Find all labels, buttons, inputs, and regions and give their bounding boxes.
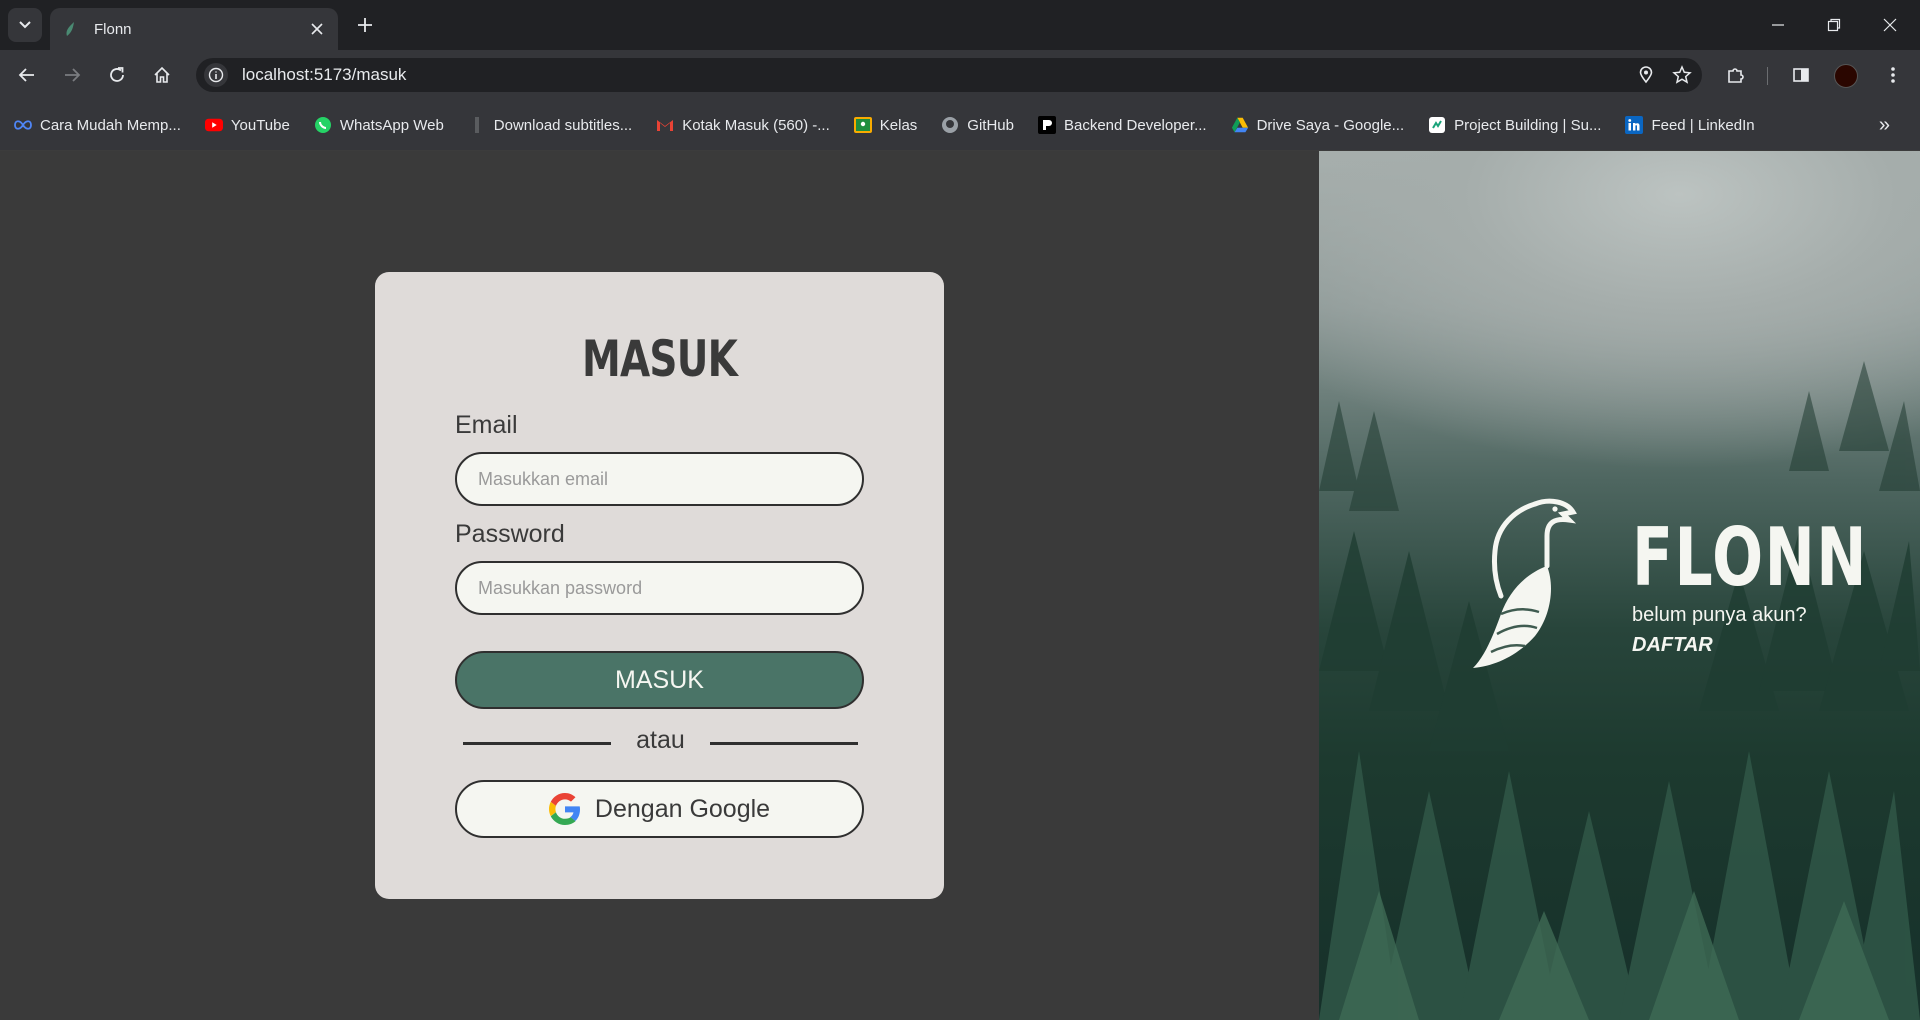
bookmark-item[interactable]: WhatsApp Web	[314, 116, 444, 134]
bookmark-item[interactable]: Backend Developer...	[1037, 116, 1207, 134]
plus-icon	[358, 18, 372, 32]
bookmark-item[interactable]: Cara Mudah Memp...	[14, 116, 181, 134]
bookmark-item[interactable]: Kelas	[853, 116, 917, 134]
minimize-button[interactable]	[1750, 0, 1806, 50]
bookmark-star-icon[interactable]	[1666, 59, 1698, 91]
github-icon	[941, 116, 959, 134]
password-field[interactable]: Masukkan password	[455, 561, 864, 615]
linkedin-icon	[1625, 116, 1644, 134]
side-panel-icon	[1793, 68, 1809, 82]
login-card: MASUK Email Masukkan email Password Masu…	[375, 272, 944, 899]
browser-toolbar: localhost:5173/masuk	[0, 50, 1920, 100]
location-pin-icon[interactable]	[1630, 59, 1662, 91]
extensions-button[interactable]	[1720, 59, 1752, 91]
browser-tab[interactable]: Flonn	[50, 8, 338, 50]
project-icon	[1428, 116, 1446, 134]
profile-avatar[interactable]	[1834, 64, 1858, 88]
new-tab-button[interactable]	[352, 12, 378, 38]
bookmark-item[interactable]: Drive Saya - Google...	[1231, 116, 1404, 134]
chevron-down-icon	[19, 21, 31, 29]
brand-name: FLONN	[1632, 511, 1869, 604]
arrow-right-icon	[65, 68, 81, 82]
tab-title: Flonn	[94, 20, 132, 38]
more-bookmarks-button[interactable]: »	[1879, 114, 1890, 137]
divider-line-right	[710, 742, 858, 745]
google-icon	[548, 793, 580, 825]
reload-button[interactable]	[101, 59, 133, 91]
toolbar-divider	[1767, 67, 1768, 85]
site-info-icon[interactable]	[204, 63, 228, 87]
bookmark-icon	[468, 116, 486, 134]
reload-icon	[110, 67, 124, 82]
close-window-button[interactable]	[1862, 0, 1918, 50]
bookmark-item[interactable]: Kotak Masuk (560) -...	[656, 116, 830, 134]
home-button[interactable]	[146, 59, 178, 91]
bookmark-item[interactable]: Feed | LinkedIn	[1625, 116, 1755, 134]
google-button-label: Dengan Google	[594, 794, 771, 823]
register-link[interactable]: DAFTAR	[1632, 634, 1713, 657]
page-content: MASUK Email Masukkan email Password Masu…	[0, 151, 1920, 1020]
bookmarks-bar: Cara Mudah Memp... YouTube WhatsApp Web …	[0, 100, 1920, 151]
url-text[interactable]: localhost:5173/masuk	[242, 65, 1630, 85]
gmail-icon	[656, 116, 674, 134]
forward-button[interactable]	[56, 59, 88, 91]
login-button[interactable]: MASUK	[455, 651, 864, 709]
side-panel-button[interactable]	[1785, 59, 1817, 91]
register-prompt: belum punya akun?	[1632, 604, 1807, 626]
login-title: MASUK	[581, 330, 738, 388]
close-icon	[1883, 18, 1897, 32]
bookmark-item[interactable]: GitHub	[941, 116, 1014, 134]
more-vertical-icon	[1891, 67, 1895, 83]
tab-close-icon[interactable]	[308, 20, 326, 38]
puzzle-icon	[1728, 68, 1744, 83]
menu-button[interactable]	[1877, 59, 1909, 91]
arrow-left-icon	[18, 68, 34, 82]
address-bar[interactable]: localhost:5173/masuk	[196, 58, 1702, 92]
restore-icon	[1827, 18, 1841, 32]
youtube-icon	[204, 116, 223, 134]
home-icon	[154, 66, 170, 83]
infinity-icon	[14, 116, 32, 134]
tab-search-button[interactable]	[8, 8, 42, 42]
back-button[interactable]	[11, 59, 43, 91]
email-field[interactable]: Masukkan email	[455, 452, 864, 506]
password-label: Password	[455, 520, 565, 548]
or-divider: atau	[463, 722, 858, 762]
google-login-button[interactable]: Dengan Google	[455, 780, 864, 838]
tab-strip: Flonn	[0, 0, 1920, 50]
whatsapp-icon	[314, 116, 332, 134]
restore-button[interactable]	[1806, 0, 1862, 50]
classroom-icon	[853, 116, 872, 134]
email-label: Email	[455, 411, 518, 439]
bookmark-item[interactable]: Download subtitles...	[468, 116, 632, 134]
hero-panel: FLONN belum punya akun? DAFTAR	[1319, 151, 1920, 1020]
bookmark-item[interactable]: YouTube	[204, 116, 290, 134]
minimize-icon	[1772, 24, 1784, 26]
drive-icon	[1231, 116, 1249, 134]
flonn-logo-icon	[1473, 498, 1577, 668]
dicoding-icon	[1037, 116, 1056, 134]
bookmark-item[interactable]: Project Building | Su...	[1428, 116, 1601, 134]
flonn-favicon-icon	[66, 22, 74, 36]
divider-text: atau	[636, 726, 685, 754]
